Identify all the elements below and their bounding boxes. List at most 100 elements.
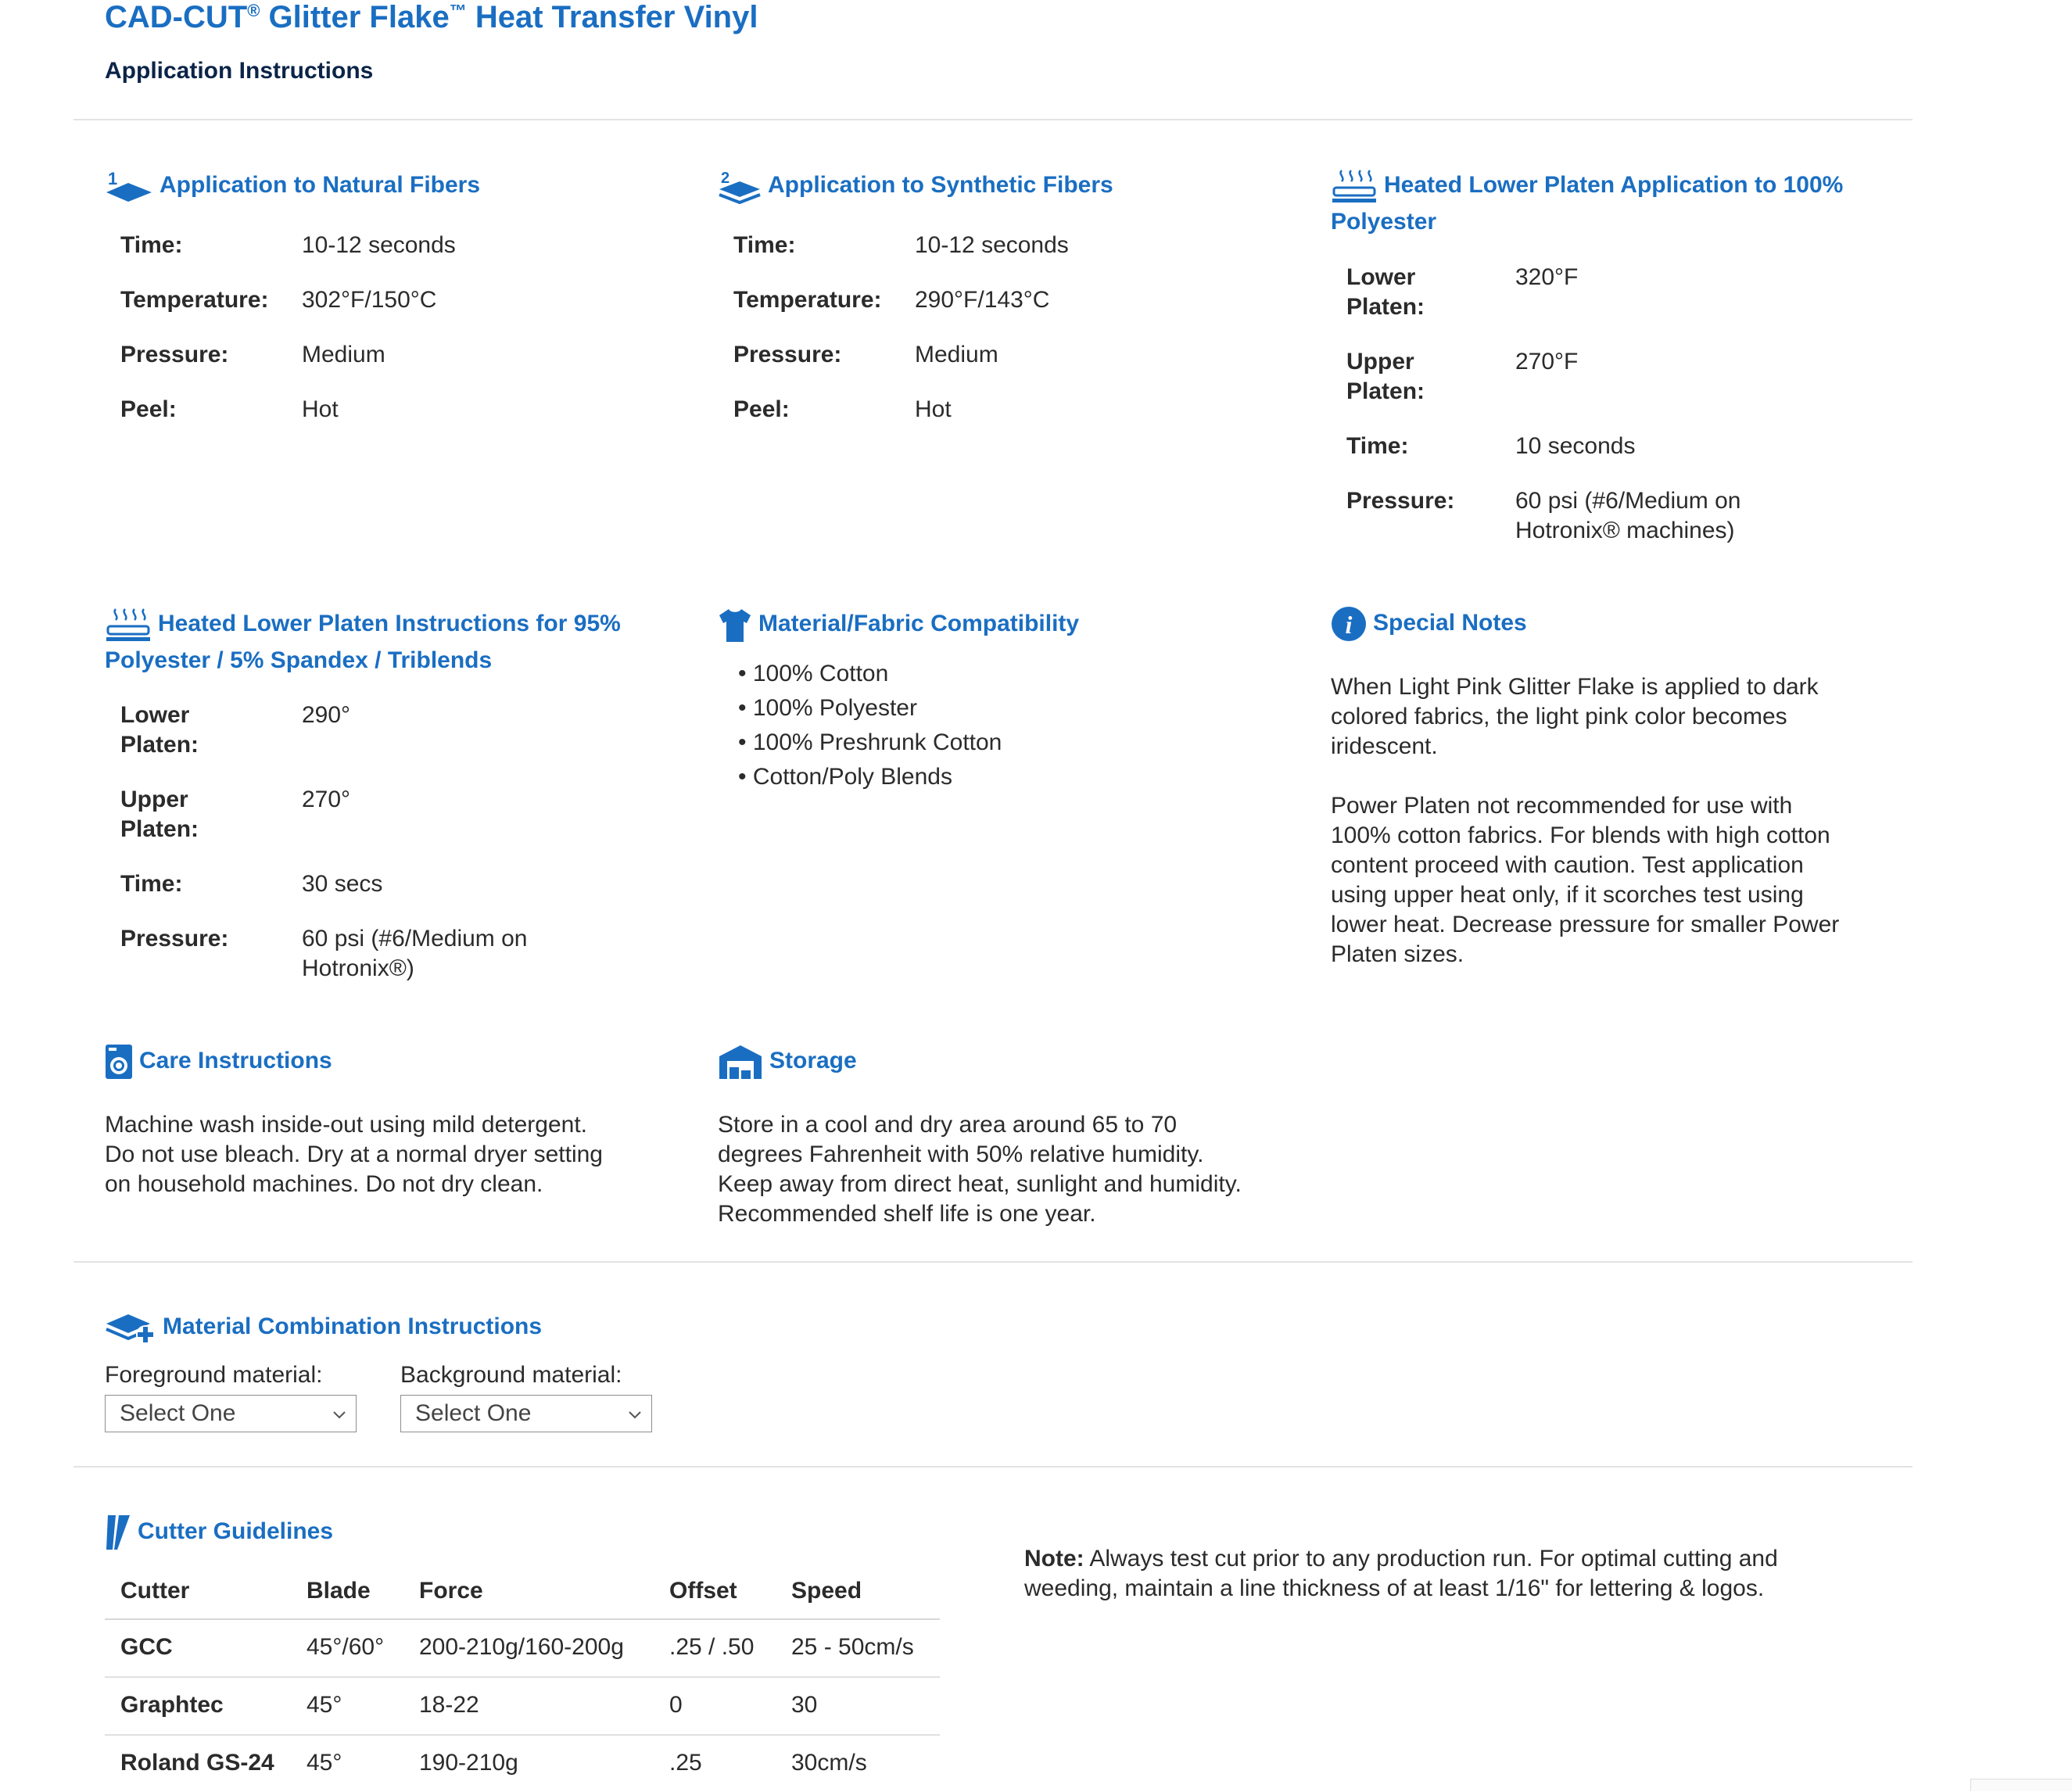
care-instructions-heading: Care Instructions bbox=[105, 1044, 332, 1080]
layers-plus-icon bbox=[105, 1310, 156, 1346]
special-notes-heading: i Special Notes bbox=[1331, 606, 1527, 642]
table-cell: 30cm/s bbox=[791, 1750, 867, 1776]
spec-label: Pressure: bbox=[120, 926, 229, 952]
table-cell: 0 bbox=[669, 1692, 683, 1718]
spec-value: Medium bbox=[915, 342, 998, 367]
list-item: 100% Cotton bbox=[738, 657, 1002, 691]
background-material-select[interactable]: Select One bbox=[400, 1395, 652, 1432]
heat-platen-icon bbox=[1331, 167, 1378, 205]
spec-value: 320°F bbox=[1515, 264, 1579, 290]
heated-polyester-heading: Heated Lower Platen Application to 100% P… bbox=[1331, 167, 1894, 239]
spec-value: 10-12 seconds bbox=[915, 232, 1069, 258]
spec-value: Hot bbox=[915, 396, 952, 422]
note-label: Note: bbox=[1024, 1546, 1084, 1572]
spec-label: Temperature: bbox=[120, 287, 269, 313]
washing-machine-icon bbox=[105, 1044, 133, 1080]
spec-label: Time: bbox=[120, 232, 183, 258]
scroll-corner bbox=[1970, 1779, 2072, 1791]
layer-1-icon: 1 bbox=[105, 167, 153, 205]
spec-label: Pressure: bbox=[733, 342, 842, 367]
svg-text:1: 1 bbox=[108, 169, 117, 188]
spec-value: 10 seconds bbox=[1515, 433, 1636, 459]
column-header: Blade bbox=[306, 1578, 371, 1604]
spec-label: Pressure: bbox=[1346, 488, 1455, 514]
spec-value: 290° bbox=[302, 702, 351, 728]
info-icon: i bbox=[1331, 606, 1367, 642]
spec-label: Lower Platen: bbox=[1346, 264, 1425, 320]
table-cell: 45° bbox=[306, 1692, 342, 1718]
column-header: Force bbox=[419, 1578, 483, 1604]
tshirt-icon bbox=[718, 606, 752, 643]
natural-fibers-specs: Time: 10-12 seconds Temperature: 302°F/150… bbox=[120, 231, 621, 450]
table-cell: 45° bbox=[306, 1750, 342, 1776]
column-header: Speed bbox=[791, 1578, 862, 1604]
chevron-down-icon bbox=[333, 1411, 346, 1419]
divider bbox=[73, 1466, 1912, 1468]
cutter-guidelines-heading: Cutter Guidelines bbox=[105, 1514, 333, 1551]
heated-polyester-specs: Lower Platen: 320°F Upper Platen: 270°F Time… bbox=[1346, 263, 1894, 546]
spec-value: Hot bbox=[302, 396, 339, 422]
foreground-material-label: Foreground material: bbox=[105, 1362, 323, 1388]
synthetic-fibers-specs: Time: 10-12 seconds Temperature: 290°F/143… bbox=[733, 231, 1234, 450]
material-combination-heading: Material Combination Instructions bbox=[105, 1310, 542, 1346]
synthetic-fibers-heading: 2 Application to Synthetic Fibers bbox=[718, 167, 1113, 205]
table-row: Roland GS-24 45° 190-210g .25 30cm/s bbox=[105, 1734, 940, 1792]
table-cell: Graphtec bbox=[120, 1692, 224, 1718]
svg-text:2: 2 bbox=[721, 170, 730, 187]
care-instructions-text: Machine wash inside-out using mild deter… bbox=[105, 1112, 603, 1197]
natural-fibers-heading: 1 Application to Natural Fibers bbox=[105, 167, 480, 205]
spec-label: Time: bbox=[1346, 433, 1409, 459]
page-title: CAD-CUT® Glitter Flake™ Heat Transfer Vi… bbox=[105, 0, 758, 34]
spec-label: Upper Platen: bbox=[120, 787, 199, 842]
spec-value: 10-12 seconds bbox=[302, 232, 456, 258]
spec-label: Pressure: bbox=[120, 342, 229, 367]
list-item: 100% Polyester bbox=[738, 691, 1002, 726]
table-cell: .25 / .50 bbox=[669, 1634, 755, 1660]
cutter-table: Cutter Blade Force Offset Speed GCC 45°/… bbox=[105, 1564, 940, 1792]
spec-value: 302°F/150°C bbox=[302, 287, 437, 313]
storage-text: Store in a cool and dry area around 65 t… bbox=[718, 1112, 1242, 1227]
table-cell: 200-210g/160-200g bbox=[419, 1634, 624, 1660]
heated-blend-heading: Heated Lower Platen Instructions for 95%… bbox=[105, 606, 668, 678]
svg-text:i: i bbox=[1346, 611, 1353, 639]
table-cell: .25 bbox=[669, 1750, 702, 1776]
chevron-down-icon bbox=[629, 1411, 641, 1419]
storage-heading: Storage bbox=[718, 1044, 857, 1080]
spec-value: 270° bbox=[302, 787, 351, 812]
divider bbox=[73, 1261, 1912, 1263]
foreground-material-select[interactable]: Select One bbox=[105, 1395, 357, 1432]
heated-blend-specs: Lower Platen: 290° Upper Platen: 270° Time: 3… bbox=[120, 701, 668, 984]
table-row: GCC 45°/60° 200-210g/160-200g .25 / .50 … bbox=[105, 1620, 940, 1676]
compatibility-heading: Material/Fabric Compatibility bbox=[718, 606, 1079, 643]
blade-icon bbox=[105, 1514, 131, 1551]
spec-value: 290°F/143°C bbox=[915, 287, 1050, 313]
table-cell: 18-22 bbox=[419, 1692, 479, 1718]
spec-value: 60 psi (#6/Medium on Hotronix® machines) bbox=[1515, 488, 1741, 543]
spec-value: 30 secs bbox=[302, 871, 383, 897]
background-material-label: Background material: bbox=[400, 1362, 622, 1388]
warehouse-icon bbox=[718, 1044, 763, 1080]
list-item: 100% Preshrunk Cotton bbox=[738, 726, 1002, 760]
select-value: Select One bbox=[415, 1400, 532, 1426]
spec-label: Time: bbox=[120, 871, 183, 897]
column-header: Cutter bbox=[120, 1578, 190, 1604]
page-subtitle: Application Instructions bbox=[105, 58, 374, 84]
divider bbox=[73, 119, 1912, 120]
list-item: Cotton/Poly Blends bbox=[738, 760, 1002, 794]
select-value: Select One bbox=[120, 1400, 236, 1426]
special-notes-text-1: When Light Pink Glitter Flake is applied… bbox=[1331, 674, 1819, 759]
spec-label: Time: bbox=[733, 232, 796, 258]
spec-value: 60 psi (#6/Medium on Hotronix®) bbox=[302, 926, 528, 981]
spec-label: Temperature: bbox=[733, 287, 882, 313]
table-cell: Roland GS-24 bbox=[120, 1750, 274, 1776]
heat-platen-icon bbox=[105, 606, 152, 643]
spec-value: 270°F bbox=[1515, 349, 1579, 375]
spec-label: Peel: bbox=[733, 396, 790, 422]
table-row: Graphtec 45° 18-22 0 30 bbox=[105, 1676, 940, 1734]
special-notes-text-2: Power Platen not recommended for use wit… bbox=[1331, 793, 1840, 967]
spec-value: Medium bbox=[302, 342, 385, 367]
table-cell: GCC bbox=[120, 1634, 173, 1660]
layer-2-icon: 2 bbox=[718, 167, 762, 205]
table-cell: 30 bbox=[791, 1692, 818, 1718]
cutter-note: Note: Always test cut prior to any produ… bbox=[1024, 1546, 1778, 1601]
